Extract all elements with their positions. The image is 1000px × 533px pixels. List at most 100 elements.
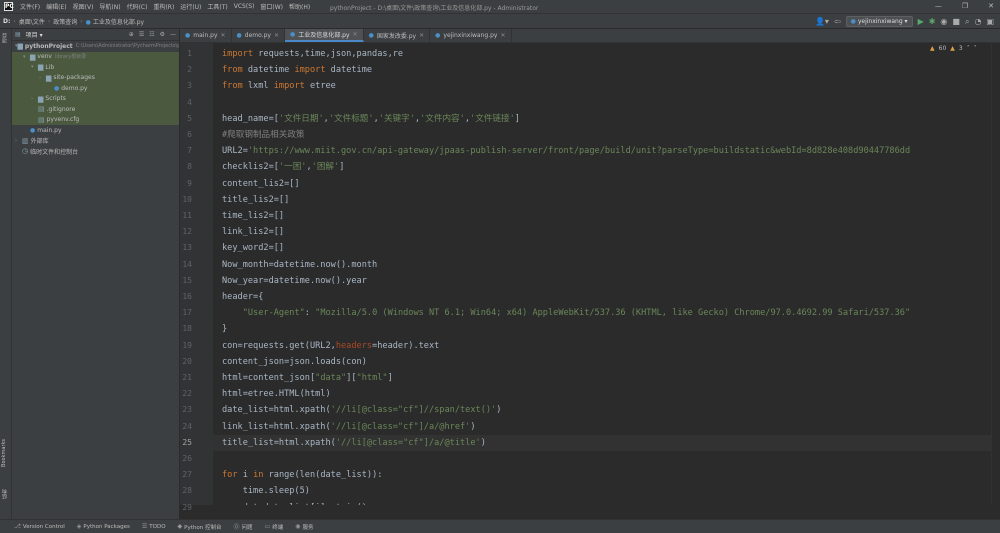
close-tab-icon[interactable]: ✕ xyxy=(221,32,226,39)
code-line[interactable]: import requests,time,json,pandas,re xyxy=(222,46,403,62)
debug-icon[interactable]: ✱ xyxy=(929,17,936,27)
close-tab-icon[interactable]: ✕ xyxy=(353,31,358,38)
code-line[interactable]: Now_month=datetime.now().month xyxy=(222,257,377,273)
tree-item[interactable]: ▾ ▆ venv library根目录 xyxy=(12,51,179,62)
status-bar-tool[interactable]: ◉ 服务 xyxy=(295,523,313,531)
menu-help[interactable]: 帮助(H) xyxy=(286,2,313,11)
menu-tools[interactable]: 工具(T) xyxy=(204,2,230,11)
code-line[interactable]: time.sleep(5) xyxy=(222,483,310,499)
tree-item[interactable]: ● demo.py xyxy=(12,83,179,94)
editor-tab[interactable]: ● demo.py ✕ xyxy=(232,29,286,42)
menu-code[interactable]: 代码(C) xyxy=(124,2,151,11)
chevron-right-icon[interactable]: › xyxy=(39,75,46,81)
code-line[interactable]: time_lis2=[] xyxy=(222,208,284,224)
tool-tab-structure[interactable]: 结构 xyxy=(1,489,8,499)
user-icon[interactable]: 👤▾ xyxy=(815,17,829,27)
chevron-up-icon[interactable]: ˄ xyxy=(967,45,970,52)
code-line[interactable]: } xyxy=(222,321,227,337)
status-bar-tool[interactable]: ▭ 终端 xyxy=(265,523,284,531)
status-bar-tool[interactable]: ☰ TODO xyxy=(142,523,166,530)
menu-edit[interactable]: 编辑(E) xyxy=(43,2,69,11)
tool-tab-project[interactable]: 项目 xyxy=(1,33,8,43)
close-icon[interactable]: ✕ xyxy=(988,2,994,10)
breadcrumb-drive[interactable]: D: xyxy=(0,18,13,25)
code-line[interactable]: #爬取钢制品相关政策 xyxy=(222,127,305,143)
code-line[interactable]: checklis2=['一困','困解'] xyxy=(222,159,344,175)
code-line[interactable]: date_list=html.xpath('//li[@class="cf"]/… xyxy=(222,402,501,418)
tree-item[interactable]: ◷ 临时文件和控制台 xyxy=(12,146,179,157)
menu-view[interactable]: 视图(V) xyxy=(70,2,97,11)
editor-scrollbar[interactable] xyxy=(991,43,1000,505)
code-line[interactable]: con=requests.get(URL2,headers=header).te… xyxy=(222,338,439,354)
breadcrumb-subfolder[interactable]: 政策查询 xyxy=(50,17,80,26)
minimize-icon[interactable]: — xyxy=(935,2,942,10)
update-icon[interactable]: ◔ xyxy=(974,17,981,27)
tool-tab-bookmarks[interactable]: Bookmarks xyxy=(1,439,7,467)
stop-icon[interactable]: ■ xyxy=(952,17,960,27)
editor-tab[interactable]: ● yejinxinxiwang.py ✕ xyxy=(430,29,512,42)
code-line[interactable]: title_lis2=[] xyxy=(222,192,289,208)
close-tab-icon[interactable]: ✕ xyxy=(419,32,424,39)
code-line[interactable]: for i in range(len(date_list)): xyxy=(222,467,382,483)
tree-item[interactable]: › ▥ 外部库 xyxy=(12,136,179,147)
tree-item[interactable]: ● main.py xyxy=(12,125,179,136)
menu-vcs[interactable]: VCS(S) xyxy=(231,3,258,10)
chevron-down-icon[interactable]: ▾ xyxy=(31,64,38,70)
menu-window[interactable]: 窗口(W) xyxy=(257,2,286,11)
status-bar-tool[interactable]: ◆ Python 控制台 xyxy=(178,523,222,531)
tree-item[interactable]: ▤ .gitignore xyxy=(12,104,179,115)
code-line[interactable]: link_lis2=[] xyxy=(222,224,284,240)
search-icon[interactable]: ⌕ xyxy=(965,17,969,27)
code-line[interactable]: title_list=html.xpath('//li[@class="cf"]… xyxy=(222,435,486,451)
code-line[interactable]: link_list=html.xpath('//li[@class="cf"]/… xyxy=(222,419,476,435)
tree-item[interactable]: ▾ ▆ pythonProject C:\Users\Administrator\Py… xyxy=(12,41,179,52)
editor-tab[interactable]: ● 国家发改委.py ✕ xyxy=(364,29,431,42)
code-line[interactable]: key_word2=[] xyxy=(222,240,284,256)
close-tab-icon[interactable]: ✕ xyxy=(500,32,505,39)
run-configuration-select[interactable]: ● yejinxinxiwang ▾ xyxy=(845,16,913,27)
code-line[interactable]: content_lis2=[] xyxy=(222,176,300,192)
status-bar-tool[interactable]: ⓪ 问题 xyxy=(234,522,253,531)
coverage-icon[interactable]: ◉ xyxy=(940,17,947,27)
code-line[interactable]: html=etree.HTML(html) xyxy=(222,386,331,402)
close-tab-icon[interactable]: ✕ xyxy=(274,32,279,39)
code-line[interactable]: from lxml import etree xyxy=(222,78,336,94)
maximize-icon[interactable]: ❐ xyxy=(962,2,968,10)
inspection-widget[interactable]: ▲ 60 ▲ 3 ˄ ˅ xyxy=(930,45,977,52)
code-line[interactable]: dat=date_list[i].strip() xyxy=(222,500,367,505)
code-line[interactable]: html=content_json["data"]["html"] xyxy=(222,370,393,386)
chevron-right-icon[interactable]: › xyxy=(15,138,22,144)
status-bar-tool[interactable]: ◈ Python Packages xyxy=(77,523,130,530)
status-bar-tool[interactable]: ⎇ Version Control xyxy=(14,523,65,530)
code-line[interactable]: Now_year=datetime.now().year xyxy=(222,273,367,289)
hide-icon[interactable]: — xyxy=(170,30,176,40)
code-line[interactable]: header={ xyxy=(222,289,263,305)
locate-icon[interactable]: ⊕ xyxy=(129,30,134,40)
expand-all-icon[interactable]: ☰ xyxy=(139,30,144,40)
chevron-down-icon[interactable]: ˅ xyxy=(974,45,977,52)
tree-item[interactable]: › ▆ site-packages xyxy=(12,72,179,83)
code-editor[interactable]: import requests,time,json,pandas,re from … xyxy=(213,43,991,505)
back-arrow-icon[interactable]: ⇦ xyxy=(834,17,841,27)
code-line[interactable]: "User-Agent": "Mozilla/5.0 (Windows NT 6… xyxy=(222,305,910,321)
logo-icon[interactable]: ▣ xyxy=(986,17,994,27)
editor-tab[interactable]: ● 工业及信息化部.py ✕ xyxy=(285,29,364,42)
menu-refactor[interactable]: 重构(R) xyxy=(150,2,177,11)
tree-item[interactable]: ▾ ▆ Lib xyxy=(12,62,179,73)
code-line[interactable]: content_json=json.loads(con) xyxy=(222,354,367,370)
tree-item[interactable]: › ▆ Scripts xyxy=(12,93,179,104)
breadcrumb-folder[interactable]: 桌面\文件 xyxy=(16,17,48,26)
project-panel-title[interactable]: 项目 ▾ xyxy=(26,30,43,39)
menu-file[interactable]: 文件(F) xyxy=(17,2,43,11)
collapse-all-icon[interactable]: ☷ xyxy=(149,30,154,40)
breadcrumb-file[interactable]: ● 工业及信息化部.py xyxy=(83,17,147,26)
tree-item[interactable]: ▤ pyvenv.cfg xyxy=(12,114,179,125)
chevron-right-icon[interactable]: › xyxy=(31,96,38,102)
menu-navigate[interactable]: 导航(N) xyxy=(96,2,123,11)
run-icon[interactable]: ▶ xyxy=(918,17,924,27)
chevron-down-icon[interactable]: ▾ xyxy=(23,54,30,60)
code-line[interactable]: from datetime import datetime xyxy=(222,62,372,78)
editor-tab[interactable]: ● main.py ✕ xyxy=(180,29,232,42)
gear-icon[interactable]: ⚙ xyxy=(160,30,165,40)
menu-run[interactable]: 运行(U) xyxy=(177,2,204,11)
